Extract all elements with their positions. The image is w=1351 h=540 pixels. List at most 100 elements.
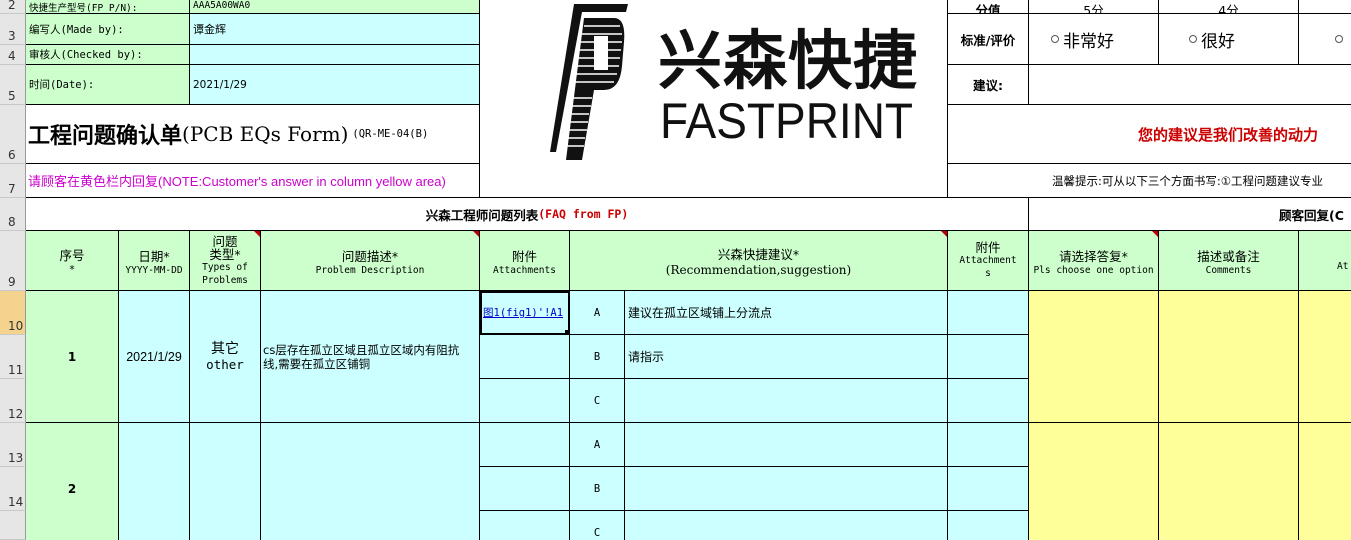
customer-note[interactable]: 请顾客在黄色栏内回复(NOTE:Customer's answer in col… <box>26 164 480 198</box>
fp-section-title[interactable]: 兴森工程师问题列表 (FAQ from FP) <box>26 198 1029 231</box>
customer-section-title[interactable]: 顾客回复(C <box>1029 198 1351 231</box>
fp-attachment-cell[interactable] <box>948 423 1029 467</box>
item-no[interactable]: 1 <box>26 291 119 423</box>
advice-input[interactable] <box>1029 65 1351 105</box>
row-header[interactable]: 11 <box>0 335 26 379</box>
row-header[interactable]: 6 <box>0 105 26 164</box>
header-desc-cn: 问题描述* <box>341 248 399 264</box>
header-type[interactable]: 问题 类型* Types of Problems <box>190 231 261 291</box>
pn-label[interactable]: 快捷生产型号(FP P/N): <box>26 0 190 14</box>
item-attachment-link-cell[interactable]: 图1(fig1)'!A1 <box>480 291 570 335</box>
tip[interactable]: 温馨提示:可从以下三个方面书写:①工程问题建议专业 <box>948 164 1351 198</box>
score-5[interactable]: 5分 <box>1029 0 1159 14</box>
advice-label[interactable]: 建议: <box>948 65 1029 105</box>
option-very-good[interactable]: 非常好 <box>1029 14 1159 65</box>
item-attachment-cell[interactable] <box>480 467 570 511</box>
option-text[interactable]: 请指示 <box>625 335 948 379</box>
fp-attachment-cell[interactable] <box>948 291 1029 335</box>
row-header[interactable]: 2 <box>0 0 26 14</box>
item-attachment-cell[interactable] <box>480 511 570 540</box>
item-type[interactable] <box>190 423 261 540</box>
fp-mark-icon <box>550 4 628 160</box>
score-label[interactable]: 分值 <box>948 0 1029 14</box>
row-header[interactable]: 4 <box>0 45 26 65</box>
row-header[interactable]: 14 <box>0 467 26 511</box>
option-text[interactable] <box>625 423 948 467</box>
date-value[interactable]: 2021/1/29 <box>190 65 480 105</box>
item-attachment-cell[interactable] <box>480 423 570 467</box>
item-type[interactable]: 其它 other <box>190 291 261 423</box>
made-by-label[interactable]: 编写人(Made by): <box>26 14 190 45</box>
option-letter[interactable]: B <box>570 467 625 511</box>
row-header[interactable]: 8 <box>0 198 26 231</box>
row-header[interactable]: 12 <box>0 379 26 423</box>
row-header[interactable]: 3 <box>0 14 26 45</box>
header-description[interactable]: 问题描述* Problem Description <box>261 231 480 291</box>
radio-icon[interactable] <box>1051 35 1059 43</box>
fp-attachment-cell[interactable] <box>948 467 1029 511</box>
option-good[interactable]: 很好 <box>1159 14 1299 65</box>
row-header[interactable]: 5 <box>0 65 26 105</box>
item-desc-line: 线,需要在孤立区铺铜 <box>263 356 371 371</box>
customer-choice-cell[interactable] <box>1029 291 1159 423</box>
option-text[interactable] <box>625 511 948 540</box>
option-text[interactable] <box>625 379 948 423</box>
made-by-value[interactable]: 谭金辉 <box>190 14 480 45</box>
header-comments[interactable]: 描述或备注 Comments <box>1159 231 1299 291</box>
header-attachments[interactable]: 附件 Attachments <box>480 231 570 291</box>
customer-comment-cell[interactable] <box>1159 423 1299 540</box>
item-date[interactable] <box>119 423 190 540</box>
item-desc-line: cs层存在孤立区域且孤立区域内有阻抗 <box>263 342 460 357</box>
option-letter[interactable]: C <box>570 511 625 540</box>
fp-attachment-cell[interactable] <box>948 379 1029 423</box>
fp-attachment-cell[interactable] <box>948 335 1029 379</box>
row-header[interactable] <box>0 511 26 540</box>
item-description[interactable]: cs层存在孤立区域且孤立区域内有阻抗 线,需要在孤立区铺铜 <box>261 291 480 423</box>
checked-by-value[interactable] <box>190 45 480 65</box>
item-description[interactable] <box>261 423 480 540</box>
header-attachments-3[interactable]: At <box>1299 231 1351 291</box>
header-att2-en2: s <box>985 268 991 279</box>
comment-indicator-icon <box>1152 231 1158 237</box>
row-header[interactable]: 9 <box>0 231 26 291</box>
header-rec-cn: 兴森快捷建议* <box>717 247 800 262</box>
row-header[interactable]: 13 <box>0 423 26 467</box>
form-title[interactable]: 工程问题确认单 (PCB EQs Form) (QR-ME-04(B) <box>26 105 480 164</box>
header-recommendation[interactable]: 兴森快捷建议* (Recommendation,suggestion) <box>570 231 948 291</box>
option-letter[interactable]: A <box>570 291 625 335</box>
option-text[interactable]: 建议在孤立区域铺上分流点 <box>625 291 948 335</box>
score-cell[interactable] <box>1299 0 1351 14</box>
radio-icon[interactable] <box>1335 35 1343 43</box>
option-text[interactable] <box>625 467 948 511</box>
score-4[interactable]: 4分 <box>1159 0 1299 14</box>
radio-icon[interactable] <box>1189 35 1197 43</box>
logo-area: 兴森快捷 FASTPRINT <box>480 0 948 198</box>
item-attachment-link[interactable]: 图1(fig1)'!A1 <box>483 305 563 320</box>
header-choose[interactable]: 请选择答复* Pls choose one option <box>1029 231 1159 291</box>
checked-by-label[interactable]: 审核人(Checked by): <box>26 45 190 65</box>
option-next[interactable] <box>1299 14 1351 65</box>
row-header-selected[interactable]: 10 <box>0 291 26 335</box>
pn-value[interactable]: AAA5A00WA0 <box>190 0 480 14</box>
customer-comment-cell[interactable] <box>1159 291 1299 423</box>
header-date[interactable]: 日期* YYYY-MM-DD <box>119 231 190 291</box>
header-rec-en: (Recommendation,suggestion) <box>665 263 852 277</box>
header-attachments-2[interactable]: 附件 Attachment s <box>948 231 1029 291</box>
slogan[interactable]: 您的建议是我们改善的动力 <box>948 105 1351 164</box>
option-letter[interactable]: C <box>570 379 625 423</box>
customer-choice-cell[interactable] <box>1029 423 1159 540</box>
date-label[interactable]: 时间(Date): <box>26 65 190 105</box>
item-no[interactable]: 2 <box>26 423 119 540</box>
item-attachment-cell[interactable] <box>480 379 570 423</box>
customer-attachment-cell[interactable] <box>1299 423 1351 540</box>
fp-attachment-cell[interactable] <box>948 511 1029 540</box>
item-attachment-cell[interactable] <box>480 335 570 379</box>
logo-text-cn: 兴森快捷 <box>658 25 918 99</box>
row-header[interactable]: 7 <box>0 164 26 198</box>
option-letter[interactable]: B <box>570 335 625 379</box>
option-letter[interactable]: A <box>570 423 625 467</box>
header-no[interactable]: 序号 * <box>26 231 119 291</box>
standard-label[interactable]: 标准/评价 <box>948 14 1029 65</box>
customer-attachment-cell[interactable] <box>1299 291 1351 423</box>
item-date[interactable]: 2021/1/29 <box>119 291 190 423</box>
